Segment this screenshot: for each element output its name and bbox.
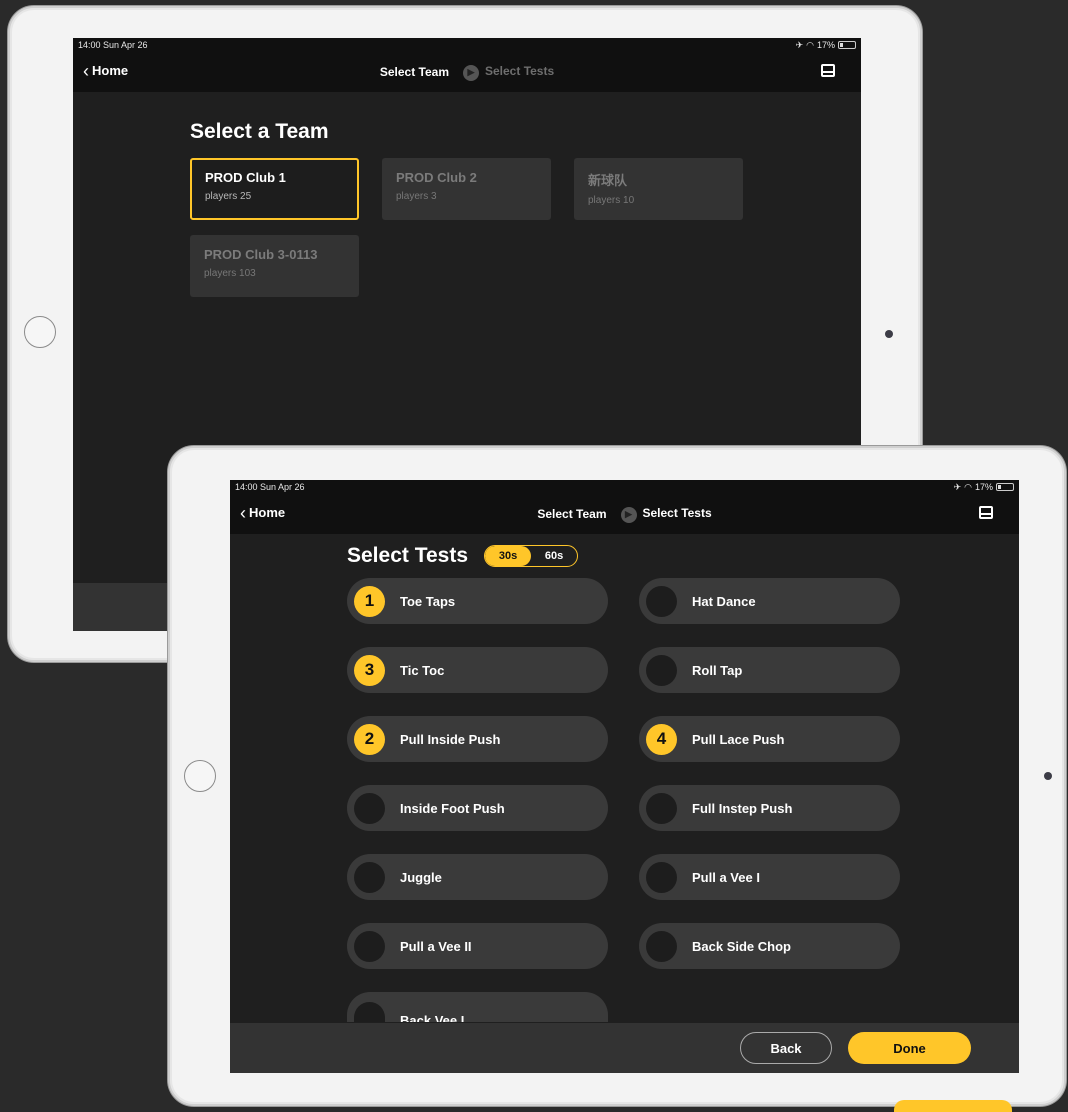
test-pill[interactable]: Inside Foot Push [347,785,608,831]
team-card[interactable]: PROD Club 2 players 3 [382,158,551,220]
nav-bar: ‹ Home Select Team ▶ Select Tests [230,494,1019,534]
inbox-icon[interactable] [821,64,835,77]
test-pill[interactable]: Hat Dance [639,578,900,624]
test-order-badge [354,930,385,962]
test-order-badge [646,654,677,686]
team-name: PROD Club 2 [396,170,477,185]
step-select-tests: ▶ Select Tests [620,506,712,523]
airplane-icon: ✈ [953,481,962,492]
team-players: players 25 [205,191,252,202]
status-right: ✈ ◠ 17% [796,40,856,51]
test-order-badge [646,585,677,617]
test-order-badge: 3 [354,654,385,686]
ipad-frame-front: 14:00 Sun Apr 26 ✈ ◠ 17% ‹ Home Select T… [168,446,1066,1106]
team-players: players 3 [396,191,437,202]
test-list: 1 Toe Taps Hat Dance 3 Tic Toc Roll Tap 2 Pull … [347,578,900,969]
duration-toggle: 30s 60s [484,545,579,567]
test-label: Back Vee I [400,1013,465,1022]
camera-dot [885,330,893,338]
back-button[interactable]: Back [740,1032,832,1064]
wifi-icon: ◠ [964,481,972,492]
test-order-badge: 2 [354,723,385,755]
test-order-badge: 1 [354,585,385,617]
test-order-badge [646,792,677,824]
test-label: Hat Dance [692,593,756,609]
status-right: ✈ ◠ 17% [954,482,1014,493]
test-label: Juggle [400,869,442,885]
duration-60s-option[interactable]: 60s [531,546,577,566]
select-tests-screen: 14:00 Sun Apr 26 ✈ ◠ 17% ‹ Home Select T… [230,480,1019,1073]
duration-30s-option[interactable]: 30s [485,546,532,566]
team-name: 新球队 [588,173,628,188]
test-label: Toe Taps [400,593,456,609]
chevron-right-icon: ▶ [463,64,479,81]
home-button [24,316,56,348]
team-name: PROD Club 1 [205,170,286,185]
team-card[interactable]: PROD Club 1 players 25 [190,158,359,220]
test-order-badge [354,861,385,893]
team-grid: PROD Club 1 players 25 PROD Club 2 playe… [190,158,743,297]
test-label: Pull Lace Push [692,731,785,747]
chevron-right-icon: ▶ [620,506,637,523]
nav-bar: ‹ Home Select Team ▶ Select Tests [73,52,861,92]
step-indicator: Select Team ▶ Select Tests [73,64,861,81]
team-card[interactable]: PROD Club 3-0113 players 103 [190,235,359,297]
team-players: players 103 [204,268,256,279]
test-pill[interactable]: Full Instep Push [639,785,900,831]
inbox-icon[interactable] [979,506,993,519]
wifi-icon: ◠ [806,39,814,50]
test-label: Tic Toc [400,662,445,678]
home-button [184,760,216,792]
page-title: Select Tests [347,544,469,567]
test-order-badge: 4 [646,723,677,755]
test-label: Pull a Vee I [692,869,760,885]
done-button[interactable]: Done [848,1032,971,1064]
test-order-badge [354,792,385,824]
footer-bar: Back Done [230,1023,1019,1073]
test-pill[interactable]: 1 Toe Taps [347,578,608,624]
tests-header: Select Tests 30s 60s [347,544,579,568]
test-pill[interactable]: Juggle [347,854,608,900]
test-label: Pull a Vee II [400,938,472,954]
airplane-icon: ✈ [795,39,804,50]
test-label: Back Side Chop [692,938,791,954]
page-title: Select a Team [190,120,329,143]
team-name: PROD Club 3-0113 [204,247,318,262]
test-order-badge [354,1002,385,1022]
test-label: Roll Tap [692,662,743,678]
step-select-tests-label: Select Tests [485,64,555,78]
battery-percent: 17% [816,40,835,50]
test-pill[interactable]: Back Vee I [347,992,608,1022]
test-pill[interactable]: Roll Tap [639,647,900,693]
test-pill[interactable]: Pull a Vee I [639,854,900,900]
step-select-tests: ▶ Select Tests [463,64,554,81]
test-pill[interactable]: 4 Pull Lace Push [639,716,900,762]
camera-dot [1044,772,1052,780]
step-select-tests-label: Select Tests [642,506,712,520]
test-label: Full Instep Push [692,800,793,816]
step-select-team: Select Team [537,507,607,522]
team-section: Select a Team PROD Club 1 players 25 PRO… [190,120,743,297]
step-select-team: Select Team [379,65,449,80]
test-label: Pull Inside Push [400,731,501,747]
team-players: players 10 [588,195,635,206]
battery-icon [996,483,1014,491]
test-order-badge [646,930,677,962]
test-pill[interactable]: 2 Pull Inside Push [347,716,608,762]
team-card[interactable]: 新球队 players 10 [574,158,743,220]
step-indicator: Select Team ▶ Select Tests [230,506,1019,523]
test-pill[interactable]: 3 Tic Toc [347,647,608,693]
status-time: 14:00 Sun Apr 26 [78,40,148,50]
test-pill[interactable]: Back Side Chop [639,923,900,969]
battery-icon [838,41,856,49]
status-time: 14:00 Sun Apr 26 [235,482,305,492]
test-pill[interactable]: Pull a Vee II [347,923,608,969]
battery-percent: 17% [974,482,993,492]
test-label: Inside Foot Push [400,800,505,816]
test-order-badge [646,861,677,893]
status-bar: 14:00 Sun Apr 26 ✈ ◠ 17% [230,480,1019,494]
status-bar: 14:00 Sun Apr 26 ✈ ◠ 17% [73,38,861,52]
done-button-peek [894,1100,1012,1112]
